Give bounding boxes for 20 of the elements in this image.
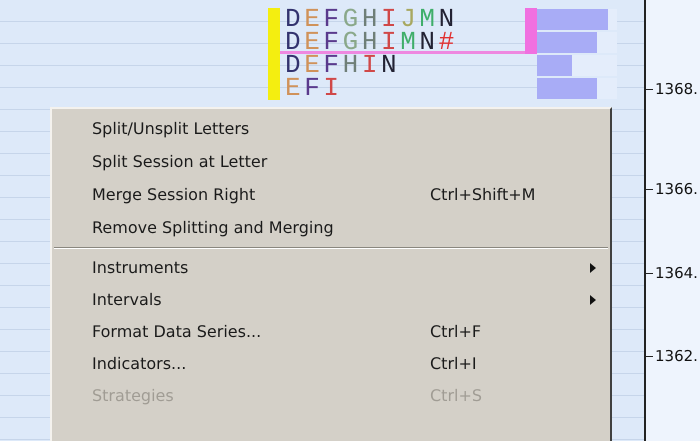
letter-row-text: D E F G H I J M N [284, 8, 459, 31]
menu-item[interactable]: Format Data Series... Ctrl+F [52, 316, 610, 348]
session-bar [268, 77, 280, 100]
menu-item[interactable]: Indicators... Ctrl+I [52, 348, 610, 380]
axis-label: 1366. [655, 179, 698, 200]
axis-label: 1362. [655, 346, 698, 367]
axis-label: 1368. [655, 79, 698, 100]
menu-item[interactable]: Remove Splitting and Merging [52, 211, 610, 244]
letter-row: D E F G H I M N# [280, 31, 525, 54]
letter-row-text: E F I [284, 77, 344, 100]
axis-label: 1364. [655, 263, 698, 284]
menu-item[interactable]: Split/Unsplit Letters [52, 112, 610, 145]
letter-row-text: D E F H I N [284, 54, 402, 77]
menu-item[interactable]: Intervals [52, 284, 610, 316]
menu-item[interactable]: Instruments [52, 252, 610, 284]
submenu-arrow-icon [590, 263, 596, 273]
menu-item[interactable]: Split Session at Letter [52, 145, 610, 178]
menu-item[interactable]: Merge Session Right Ctrl+Shift+M [52, 178, 610, 211]
submenu-arrow-icon [590, 295, 596, 305]
session-bar [268, 8, 280, 31]
